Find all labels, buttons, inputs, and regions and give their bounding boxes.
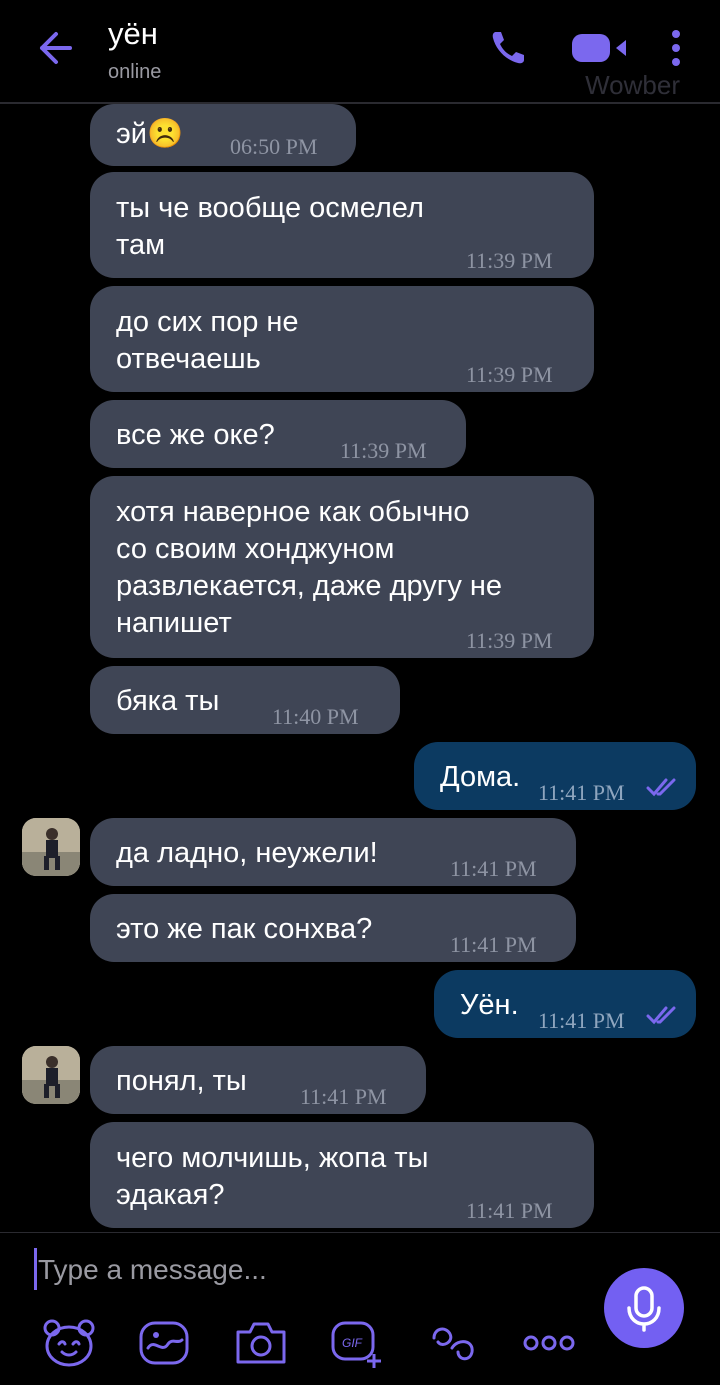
message-bubble[interactable]: ты че вообще осмелел там 11:39 PM [90,172,594,278]
video-call-icon[interactable] [570,32,630,64]
read-ticks-icon [646,778,676,797]
contact-name[interactable]: уён [108,16,158,52]
emoticon-icon[interactable] [428,1318,480,1368]
message-time: 11:41 PM [538,780,625,805]
more-horizontal-icon[interactable] [522,1318,576,1368]
doodle-icon[interactable] [138,1318,190,1368]
avatar-image [22,818,80,876]
message-time: 11:39 PM [466,628,553,653]
read-ticks-icon [646,1006,676,1025]
message-bubble[interactable]: это же пак сонхва? 11:41 PM [90,894,576,962]
message-bubble[interactable]: все же оке? 11:39 PM [90,400,466,468]
message-time: 11:39 PM [466,248,553,273]
message-time: 06:50 PM [230,134,318,159]
message-time: 11:41 PM [538,1008,625,1033]
message-bubble-outgoing[interactable]: Дома. 11:41 PM [414,742,696,810]
microphone-icon [627,1286,661,1332]
svg-text:GIF: GIF [342,1336,363,1350]
message-bubble[interactable]: хотя наверное как обычно со своим хонджу… [90,476,594,658]
phone-icon[interactable] [488,28,528,68]
message-text: хотя наверное как обычно со своим хонджу… [116,496,503,639]
message-time: 11:39 PM [340,438,427,463]
message-bubble[interactable]: да ладно, неужели! 11:41 PM [90,818,576,886]
contact-status: online [108,61,162,83]
brand-watermark: Wowber [585,70,680,100]
message-bubble-outgoing[interactable]: Уён. 11:41 PM [434,970,696,1038]
microphone-button[interactable] [604,1268,684,1348]
message-time: 11:41 PM [466,1198,553,1223]
more-vert-icon[interactable] [668,30,684,66]
message-time: 11:41 PM [300,1084,387,1109]
text-cursor [34,1248,37,1290]
message-time: 11:39 PM [466,362,553,387]
camera-icon[interactable] [234,1318,288,1368]
message-time: 11:40 PM [272,704,359,729]
contact-avatar[interactable] [22,818,80,876]
sticker-bear-icon[interactable] [42,1318,96,1368]
message-input[interactable]: Type a message... [38,1254,267,1286]
message-bubble[interactable]: эй☹️ 06:50 PM [90,104,356,166]
message-bubble[interactable]: бяка ты 11:40 PM [90,666,400,734]
message-bubble[interactable]: чего молчишь, жопа ты эдакая? 11:41 PM [90,1122,594,1228]
avatar-image [22,1046,80,1104]
message-bubble[interactable]: понял, ты 11:41 PM [90,1046,426,1114]
back-arrow-icon[interactable] [34,28,74,68]
message-bubble[interactable]: до сих пор не отвечаешь 11:39 PM [90,286,594,392]
contact-avatar[interactable] [22,1046,80,1104]
message-time: 11:41 PM [450,856,537,881]
message-time: 11:41 PM [450,932,537,957]
gif-icon[interactable]: GIF [330,1318,384,1368]
chat-header: уён online Wowber [0,0,720,104]
